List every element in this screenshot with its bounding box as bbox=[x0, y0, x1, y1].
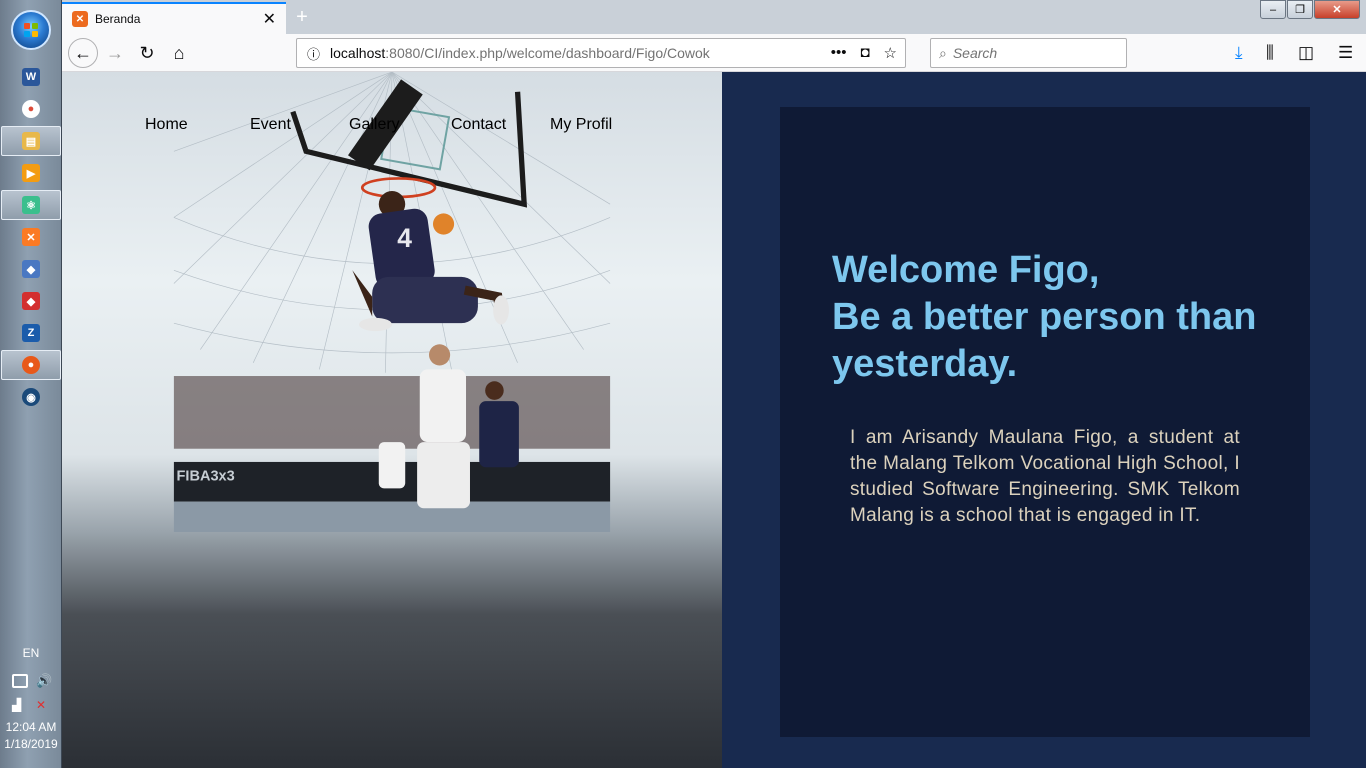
nav-toolbar: ← → ↻ ⌂ ⓘ localhost:8080/CI/index.php/we… bbox=[62, 34, 1366, 72]
taskbar-app-atom[interactable]: ⚛ bbox=[1, 190, 61, 220]
forward-button[interactable]: → bbox=[100, 38, 130, 68]
welcome-card: Welcome Figo, Be a better person than ye… bbox=[780, 107, 1310, 737]
nav-home[interactable]: Home bbox=[145, 116, 188, 134]
taskbar-app-word[interactable]: W bbox=[1, 62, 61, 92]
back-button[interactable]: ← bbox=[68, 38, 98, 68]
close-window-button[interactable]: ✕ bbox=[1314, 0, 1360, 19]
firefox-window: ✕ Beranda ✕ + – ❐ ✕ ← → ↻ ⌂ ⓘ localhost:… bbox=[62, 0, 1366, 768]
url-bar[interactable]: ⓘ localhost:8080/CI/index.php/welcome/da… bbox=[296, 38, 906, 68]
back-arrow-icon: ← bbox=[74, 42, 92, 63]
nav-event[interactable]: Event bbox=[250, 116, 291, 134]
nav-my-profil[interactable]: My Profil bbox=[550, 116, 612, 134]
reload-button[interactable]: ↻ bbox=[132, 38, 162, 68]
intro-paragraph: I am Arisandy Maulana Figo, a student at… bbox=[850, 427, 1240, 526]
forward-arrow-icon: → bbox=[106, 42, 124, 63]
virtualbox-icon: ◆ bbox=[22, 260, 40, 278]
media-player-icon: ▶ bbox=[22, 164, 40, 182]
url-host: localhost bbox=[330, 45, 386, 61]
word-icon: W bbox=[22, 68, 40, 86]
new-tab-button[interactable]: + bbox=[290, 6, 314, 30]
basketball-dunk-photo: FIBA3x3 4 bbox=[173, 72, 611, 532]
welcome-line-1: Welcome Figo, bbox=[832, 249, 1100, 291]
page-actions-icon[interactable]: ••• bbox=[831, 44, 847, 62]
folder-icon: ▤ bbox=[22, 132, 40, 150]
language-indicator[interactable]: EN bbox=[0, 646, 62, 660]
banner-text: FIBA3x3 bbox=[177, 468, 235, 484]
restore-button[interactable]: ❐ bbox=[1287, 0, 1313, 19]
clock-date[interactable]: 1/18/2019 bbox=[0, 737, 62, 751]
download-icon[interactable]: ⤓ bbox=[1235, 43, 1243, 63]
taskbar-app-git[interactable]: ◆ bbox=[1, 286, 61, 316]
chrome-icon: ● bbox=[22, 100, 40, 118]
start-button[interactable] bbox=[11, 10, 51, 50]
home-button[interactable]: ⌂ bbox=[164, 38, 194, 68]
home-icon: ⌂ bbox=[173, 42, 185, 63]
firefox-icon: ● bbox=[22, 356, 40, 374]
jersey-number: 4 bbox=[397, 223, 412, 253]
atom-icon: ⚛ bbox=[22, 196, 40, 214]
pocket-icon[interactable]: ◘ bbox=[860, 44, 869, 62]
library-icon[interactable]: ⫼ bbox=[1266, 43, 1274, 63]
welcome-heading: Welcome Figo, Be a better person than ye… bbox=[832, 247, 1292, 388]
taskbar-app-chrome[interactable]: ● bbox=[1, 94, 61, 124]
taskbar-app-file-explorer[interactable]: ▤ bbox=[1, 126, 61, 156]
taskbar-app-virtualbox[interactable]: ◆ bbox=[1, 254, 61, 284]
steam-icon: ◉ bbox=[22, 388, 40, 406]
search-bar[interactable]: ⌕ Search bbox=[930, 38, 1127, 68]
welcome-panel: Welcome Figo, Be a better person than ye… bbox=[722, 72, 1366, 768]
url-path: :8080/CI/index.php/welcome/dashboard/Fig… bbox=[385, 45, 710, 61]
filezilla-icon: Z bbox=[22, 324, 40, 342]
tab-beranda[interactable]: ✕ Beranda ✕ bbox=[62, 2, 286, 34]
web-page: FIBA3x3 4 Home Event Gallery Contact My … bbox=[62, 72, 1366, 768]
tab-title: Beranda bbox=[95, 12, 141, 26]
minimize-button[interactable]: – bbox=[1260, 0, 1286, 19]
taskbar-app-firefox[interactable]: ● bbox=[1, 350, 61, 380]
info-icon[interactable]: ⓘ bbox=[307, 44, 320, 63]
taskbar-app-filezilla[interactable]: Z bbox=[1, 318, 61, 348]
taskbar-app-steam[interactable]: ◉ bbox=[1, 382, 61, 412]
git-icon: ◆ bbox=[22, 292, 40, 310]
nav-gallery[interactable]: Gallery bbox=[349, 116, 400, 134]
power-warning-icon[interactable]: ✕ bbox=[36, 698, 52, 712]
volume-icon[interactable]: 🔊 bbox=[36, 674, 52, 688]
bookmark-star-icon[interactable]: ☆ bbox=[884, 44, 897, 62]
reload-icon: ↻ bbox=[139, 42, 155, 63]
search-placeholder: Search bbox=[952, 45, 998, 61]
welcome-line-2: Be a better person than yesterday. bbox=[832, 296, 1257, 385]
clock-time[interactable]: 12:04 AM bbox=[0, 720, 62, 734]
xampp-icon: ✕ bbox=[22, 228, 40, 246]
search-icon: ⌕ bbox=[939, 44, 947, 61]
windows-taskbar: W ● ▤ ▶ ⚛ ✕ ◆ ◆ Z ● ◉ EN 🔊 ▟ ✕ 12:04 AM … bbox=[0, 0, 62, 768]
action-center-icon[interactable] bbox=[12, 674, 28, 688]
hero-image: FIBA3x3 4 Home Event Gallery Contact My … bbox=[62, 72, 722, 768]
taskbar-app-media-player[interactable]: ▶ bbox=[1, 158, 61, 188]
nav-contact[interactable]: Contact bbox=[451, 116, 506, 134]
taskbar-app-xampp[interactable]: ✕ bbox=[1, 222, 61, 252]
sidebar-icon[interactable]: ◫ bbox=[1298, 43, 1314, 63]
menu-icon[interactable]: ☰ bbox=[1338, 43, 1353, 63]
xampp-favicon-icon: ✕ bbox=[72, 11, 88, 27]
close-tab-icon[interactable]: ✕ bbox=[263, 9, 276, 29]
tab-strip: ✕ Beranda ✕ + – ❐ ✕ bbox=[62, 0, 1366, 34]
windows-logo-icon bbox=[24, 23, 38, 37]
network-icon[interactable]: ▟ bbox=[12, 698, 28, 712]
